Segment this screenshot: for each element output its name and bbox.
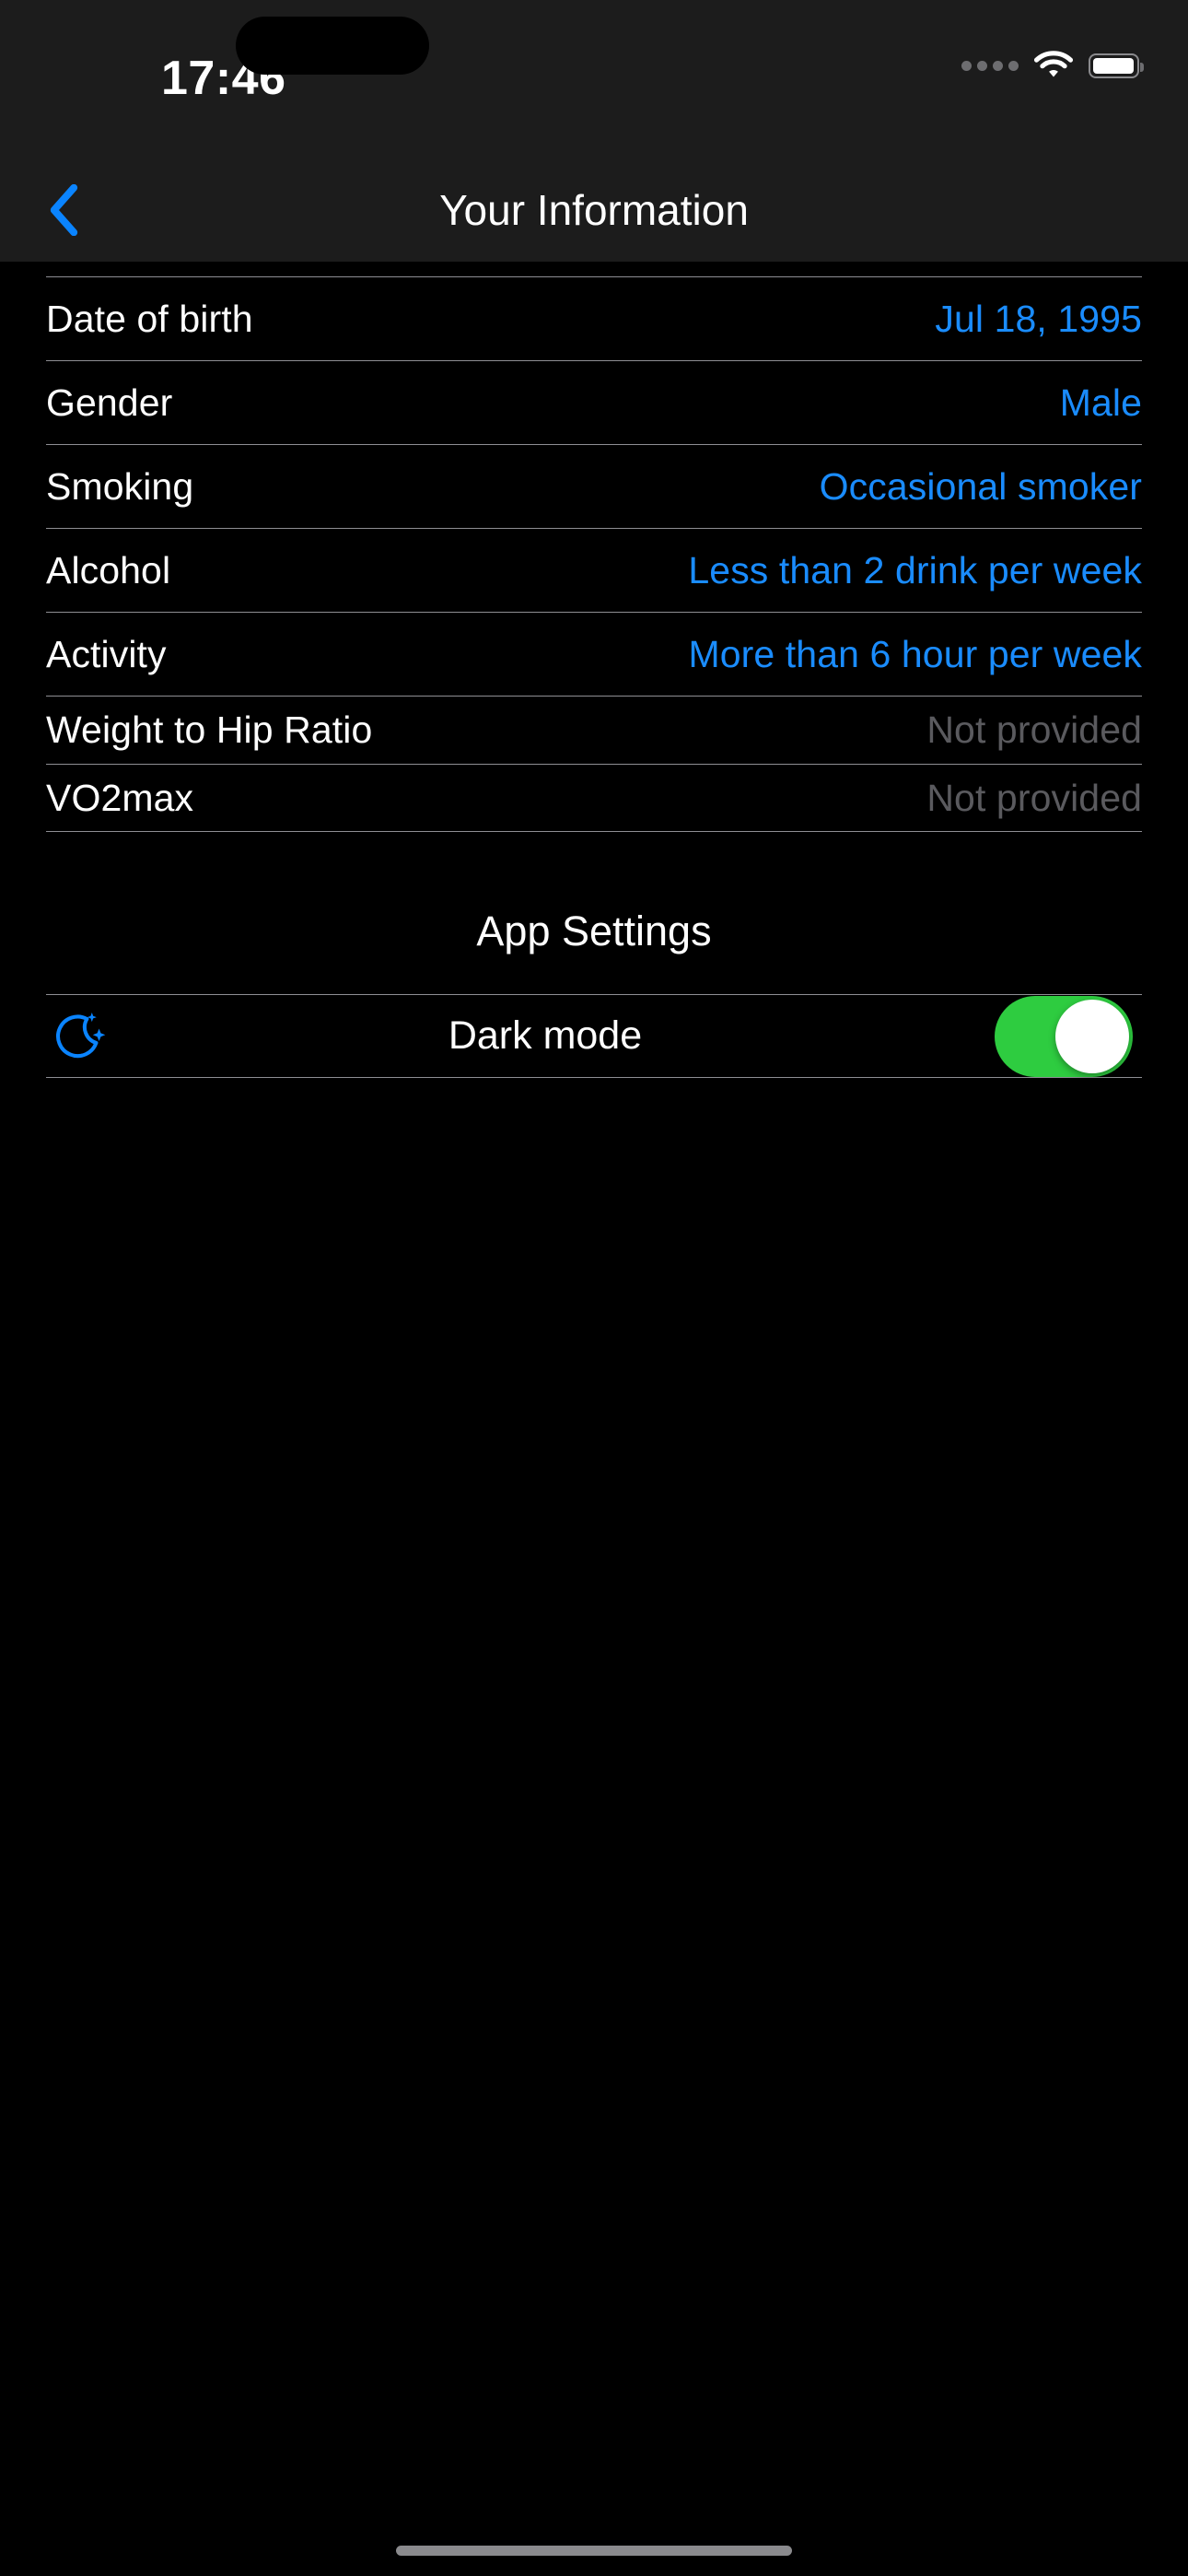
table-row[interactable]: Gender Male [46,360,1142,444]
row-value: More than 6 hour per week [688,632,1142,675]
row-label: Weight to Hip Ratio [46,708,373,751]
chevron-left-icon [48,184,79,236]
row-label: Date of birth [46,297,253,340]
toggle-knob [1055,999,1129,1073]
phone-screen: 17:46 Your Information Date of birth Jul… [0,0,1188,2576]
home-indicator [396,2546,792,2556]
row-value: Occasional smoker [819,464,1142,508]
row-label: Gender [46,381,173,424]
page-title: Your Information [439,186,749,234]
row-value: Not provided [926,708,1142,751]
row-value: Not provided [926,776,1142,819]
table-row[interactable]: Alcohol Less than 2 drink per week [46,528,1142,612]
user-information-list: Date of birth Jul 18, 1995 Gender Male S… [0,262,1188,832]
wifi-icon [1032,50,1075,81]
app-settings-list: Dark mode [0,994,1188,1078]
dark-mode-toggle[interactable] [995,995,1133,1077]
dynamic-island [236,17,429,75]
row-label: Activity [46,632,167,675]
dark-mode-row[interactable]: Dark mode [46,994,1142,1078]
table-row[interactable]: VO2max Not provided [46,764,1142,832]
cellular-dots-icon [961,46,1019,85]
app-settings-heading: App Settings [476,907,712,954]
content-area: Date of birth Jul 18, 1995 Gender Male S… [0,262,1188,1078]
row-value: Less than 2 drink per week [688,548,1142,591]
back-button[interactable] [48,173,122,247]
table-row[interactable]: Smoking Occasional smoker [46,444,1142,528]
row-label: Smoking [46,464,194,508]
table-row[interactable]: Activity More than 6 hour per week [46,612,1142,696]
status-bar-indicators [961,46,1144,85]
row-value: Male [1059,381,1142,424]
table-row[interactable]: Weight to Hip Ratio Not provided [46,696,1142,764]
navigation-bar: Your Information [0,158,1188,262]
row-label: VO2max [46,776,194,819]
dark-mode-label: Dark mode [448,1013,643,1058]
status-bar: 17:46 [0,0,1188,158]
row-label: Alcohol [46,548,171,591]
row-value: Jul 18, 1995 [935,297,1142,340]
table-row[interactable]: Date of birth Jul 18, 1995 [46,276,1142,360]
battery-icon [1089,53,1144,78]
